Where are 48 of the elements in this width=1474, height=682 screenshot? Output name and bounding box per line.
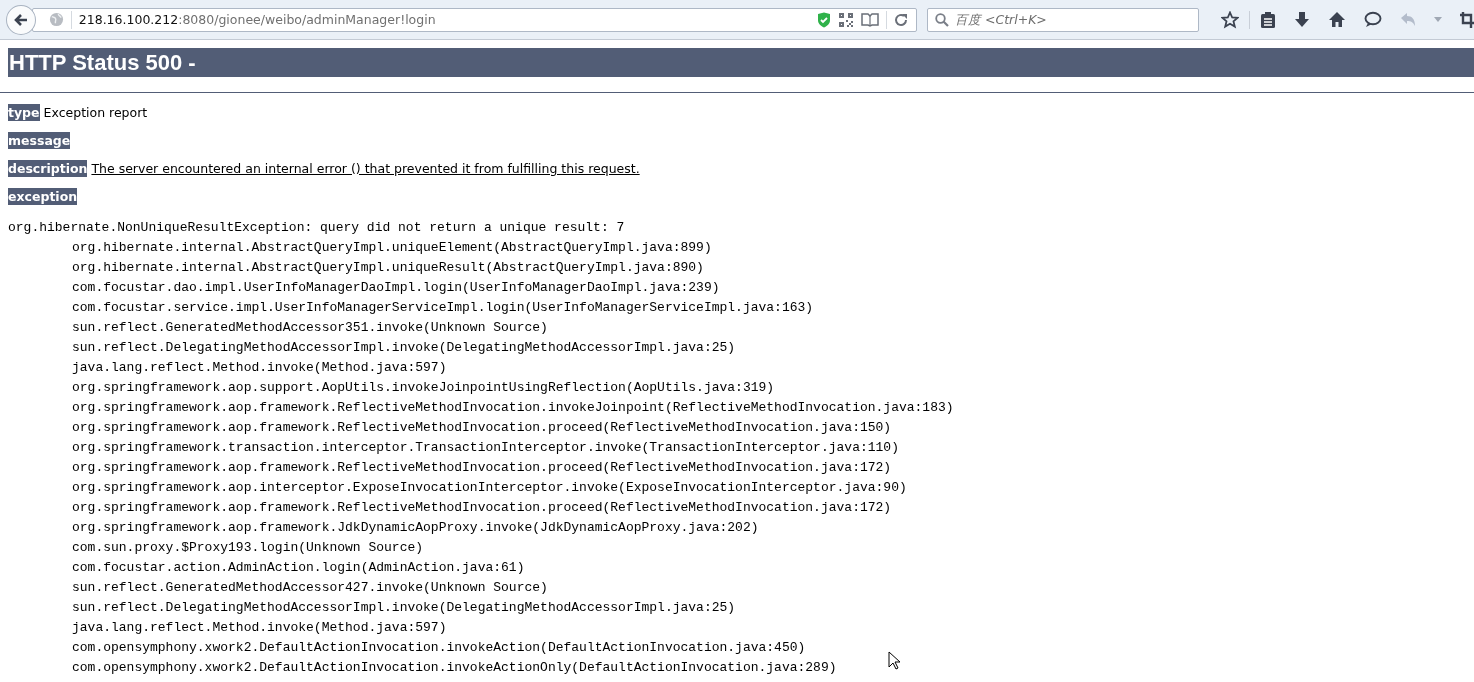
field-value: The server encountered an internal error () that prevented it from fulfilling this request. xyxy=(91,160,640,177)
stack-frame: org.springframework.aop.framework.JdkDynamicAopProxy.invoke(JdkDynamicAopProxy.java:202) xyxy=(8,518,759,538)
url-text: 218.16.100.212:8080/gionee/weibo/adminManager!login xyxy=(78,12,437,27)
stack-frame: org.springframework.aop.framework.ReflectiveMethodInvocation.proceed(ReflectiveMethodInvocation.java:172) xyxy=(8,458,892,478)
stack-frame: org.springframework.transaction.interceptor.TransactionInterceptor.invoke(TransactionInterceptor.java:110) xyxy=(8,438,899,458)
field-label: type xyxy=(8,104,40,121)
shield-check-icon[interactable] xyxy=(817,11,831,28)
globe-icon xyxy=(48,12,64,27)
stack-frame: org.springframework.aop.support.AopUtils.invokeJoinpointUsingReflection(AopUtils.java:319) xyxy=(8,378,775,398)
field-label: message xyxy=(8,132,71,149)
stack-frame: sun.reflect.GeneratedMethodAccessor351.invoke(Unknown Source) xyxy=(8,318,548,338)
stack-frame: org.hibernate.internal.AbstractQueryImpl.uniqueResult(AbstractQueryImpl.java:890) xyxy=(8,258,704,278)
stack-frame: java.lang.reflect.Method.invoke(Method.java:597) xyxy=(8,358,447,378)
page-heading: HTTP Status 500 - xyxy=(8,48,1474,77)
crop-icon[interactable] xyxy=(1460,11,1474,28)
search-field[interactable]: 百度 <Ctrl+K> xyxy=(927,7,1199,32)
search-icon xyxy=(935,12,949,27)
mouse-pointer-icon xyxy=(888,651,900,670)
download-icon[interactable] xyxy=(1294,10,1310,29)
stack-frame: com.opensymphony.xwork2.DefaultActionInvocation.invokeActionOnly(DefaultActionInvocation.java:289) xyxy=(8,658,837,678)
field-value: Exception report xyxy=(43,104,148,121)
stack-frame: com.sun.proxy.$Proxy193.login(Unknown Source) xyxy=(8,538,424,558)
exception-message: org.hibernate.NonUniqueResultException: query did not return a unique result: 7 xyxy=(8,219,625,237)
star-icon[interactable] xyxy=(1221,10,1239,29)
reload-icon[interactable] xyxy=(894,12,908,27)
field-label: exception xyxy=(8,188,78,205)
stack-frame: org.springframework.aop.framework.ReflectiveMethodInvocation.proceed(ReflectiveMethodInvocation.java:150) xyxy=(8,418,892,438)
stack-frame: sun.reflect.GeneratedMethodAccessor427.invoke(Unknown Source) xyxy=(8,578,548,598)
back-arrow-icon xyxy=(12,11,29,28)
field-label: description xyxy=(8,160,88,177)
book-icon[interactable] xyxy=(861,12,879,27)
stack-frame: com.opensymphony.xwork2.DefaultActionInvocation.invokeAction(DefaultActionInvocation.java:450) xyxy=(8,638,806,658)
stack-frame: sun.reflect.DelegatingMethodAccessorImpl.invoke(DelegatingMethodAccessorImpl.java:25) xyxy=(8,338,736,358)
stack-frame: org.springframework.aop.interceptor.ExposeInvocationInterceptor.invoke(ExposeInvocationInterceptor.java:90) xyxy=(8,478,907,498)
stack-frame: sun.reflect.DelegatingMethodAccessorImpl.invoke(DelegatingMethodAccessorImpl.java:25) xyxy=(8,598,736,618)
stack-frame: java.lang.reflect.Method.invoke(Method.java:597) xyxy=(8,618,447,638)
qr-code-icon[interactable] xyxy=(838,11,854,28)
list-icon[interactable] xyxy=(1260,10,1276,29)
stack-frame: org.springframework.aop.framework.ReflectiveMethodInvocation.proceed(ReflectiveMethodInvocation.java:172) xyxy=(8,498,892,518)
stack-frame: com.focustar.action.AdminAction.login(AdminAction.java:61) xyxy=(8,558,525,578)
stack-frame: com.focustar.dao.impl.UserInfoManagerDaoImpl.login(UserInfoManagerDaoImpl.java:239) xyxy=(8,278,720,298)
home-icon[interactable] xyxy=(1328,11,1346,28)
chat-bubble-icon[interactable] xyxy=(1364,11,1382,28)
back-button[interactable] xyxy=(6,4,36,35)
stack-frame: org.springframework.aop.framework.ReflectiveMethodInvocation.invokeJoinpoint(ReflectiveMethodInvocation.java:183) xyxy=(8,398,954,418)
stack-frame: com.focustar.service.impl.UserInfoManagerServiceImpl.login(UserInfoManagerServiceImpl.java:163) xyxy=(8,298,814,318)
stack-frame: org.hibernate.internal.AbstractQueryImpl.uniqueElement(AbstractQueryImpl.java:899) xyxy=(8,238,712,258)
address-bar[interactable]: 218.16.100.212:8080/gionee/weibo/adminManager!login xyxy=(31,7,917,32)
